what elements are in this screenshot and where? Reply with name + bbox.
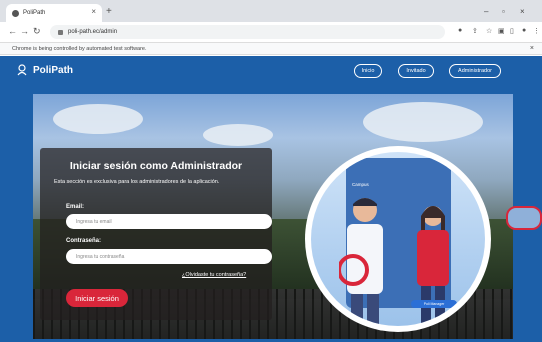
poli-manager-badge: Poli Manager (411, 300, 457, 308)
reload-icon[interactable]: ↻ (33, 26, 41, 37)
location-icon[interactable]: ● (458, 27, 462, 34)
lock-icon (58, 29, 63, 35)
password-label: Contraseña: (66, 238, 102, 244)
site-navbar: PoliPath Inicio Invitado Administrador (0, 56, 542, 88)
minimize-icon[interactable]: – (484, 7, 488, 16)
browser-tab[interactable]: PoliPath × (6, 4, 102, 22)
sidebar-icon[interactable]: ▯ (510, 27, 514, 35)
tab-bar: PoliPath × + – ▫ × (0, 0, 542, 22)
favicon-icon (12, 9, 19, 17)
maximize-icon[interactable]: ▫ (502, 7, 505, 16)
nav-administrador-button[interactable]: Administrador (449, 64, 501, 78)
new-tab-icon[interactable]: + (106, 6, 112, 17)
browser-window: PoliPath × + – ▫ × ← → ↻ poli-path.ec/ad… (0, 0, 542, 342)
menu-icon[interactable]: ⋮ (533, 27, 540, 35)
tab-close-icon[interactable]: × (91, 7, 96, 16)
brand-logo-icon (17, 64, 27, 76)
back-icon[interactable]: ← (8, 26, 17, 36)
share-icon[interactable]: ⇪ (472, 27, 478, 35)
toggle-visibility-icon[interactable]: ◉ (244, 251, 251, 260)
forward-icon[interactable]: → (20, 26, 29, 36)
url-text: poli-path.ec/admin (68, 29, 118, 35)
url-input[interactable]: poli-path.ec/admin (50, 25, 445, 39)
forgot-password-link[interactable]: ¿Olvidaste tu contraseña? (182, 272, 246, 278)
brand-name: PoliPath (33, 64, 74, 76)
nav-invitado-button[interactable]: Invitado (398, 64, 434, 78)
extensions-icon[interactable]: ▣ (498, 27, 505, 35)
login-description: Esta sección es exclusiva para los admin… (54, 179, 220, 185)
password-field[interactable]: Ingresa tu contraseña (66, 249, 272, 264)
page-content: PoliPath Inicio Invitado Administrador I… (0, 56, 542, 342)
illustration-circle: Campus Poli Manager (305, 146, 491, 332)
login-button[interactable]: Iniciar sesión (66, 289, 128, 307)
side-thumbnail (506, 206, 542, 230)
email-field[interactable]: Ingresa tu email (66, 214, 272, 229)
cloud (53, 104, 143, 134)
man-figure-icon (339, 198, 383, 326)
banner-close-icon[interactable]: × (530, 43, 534, 55)
cloud (203, 124, 273, 146)
tab-title: PoliPath (23, 10, 46, 16)
automation-banner: Chrome is being controlled by automated … (0, 43, 542, 55)
phone-text: Campus (352, 182, 369, 187)
address-bar-row: ← → ↻ poli-path.ec/admin ● ⇪ ☆ ▣ ▯ ● ⋮ (0, 22, 542, 43)
automation-notice: Chrome is being controlled by automated … (12, 46, 147, 52)
email-label: Email: (66, 204, 85, 210)
brand[interactable]: PoliPath (16, 64, 73, 76)
bookmark-star-icon[interactable]: ☆ (486, 27, 492, 35)
window-close-icon[interactable]: × (520, 7, 525, 16)
cloud (363, 102, 483, 142)
illustration: Campus Poli Manager (311, 152, 485, 326)
login-title: Iniciar sesión como Administrador (69, 160, 243, 172)
profile-icon[interactable]: ● (522, 27, 526, 34)
nav-inicio-button[interactable]: Inicio (354, 64, 382, 78)
